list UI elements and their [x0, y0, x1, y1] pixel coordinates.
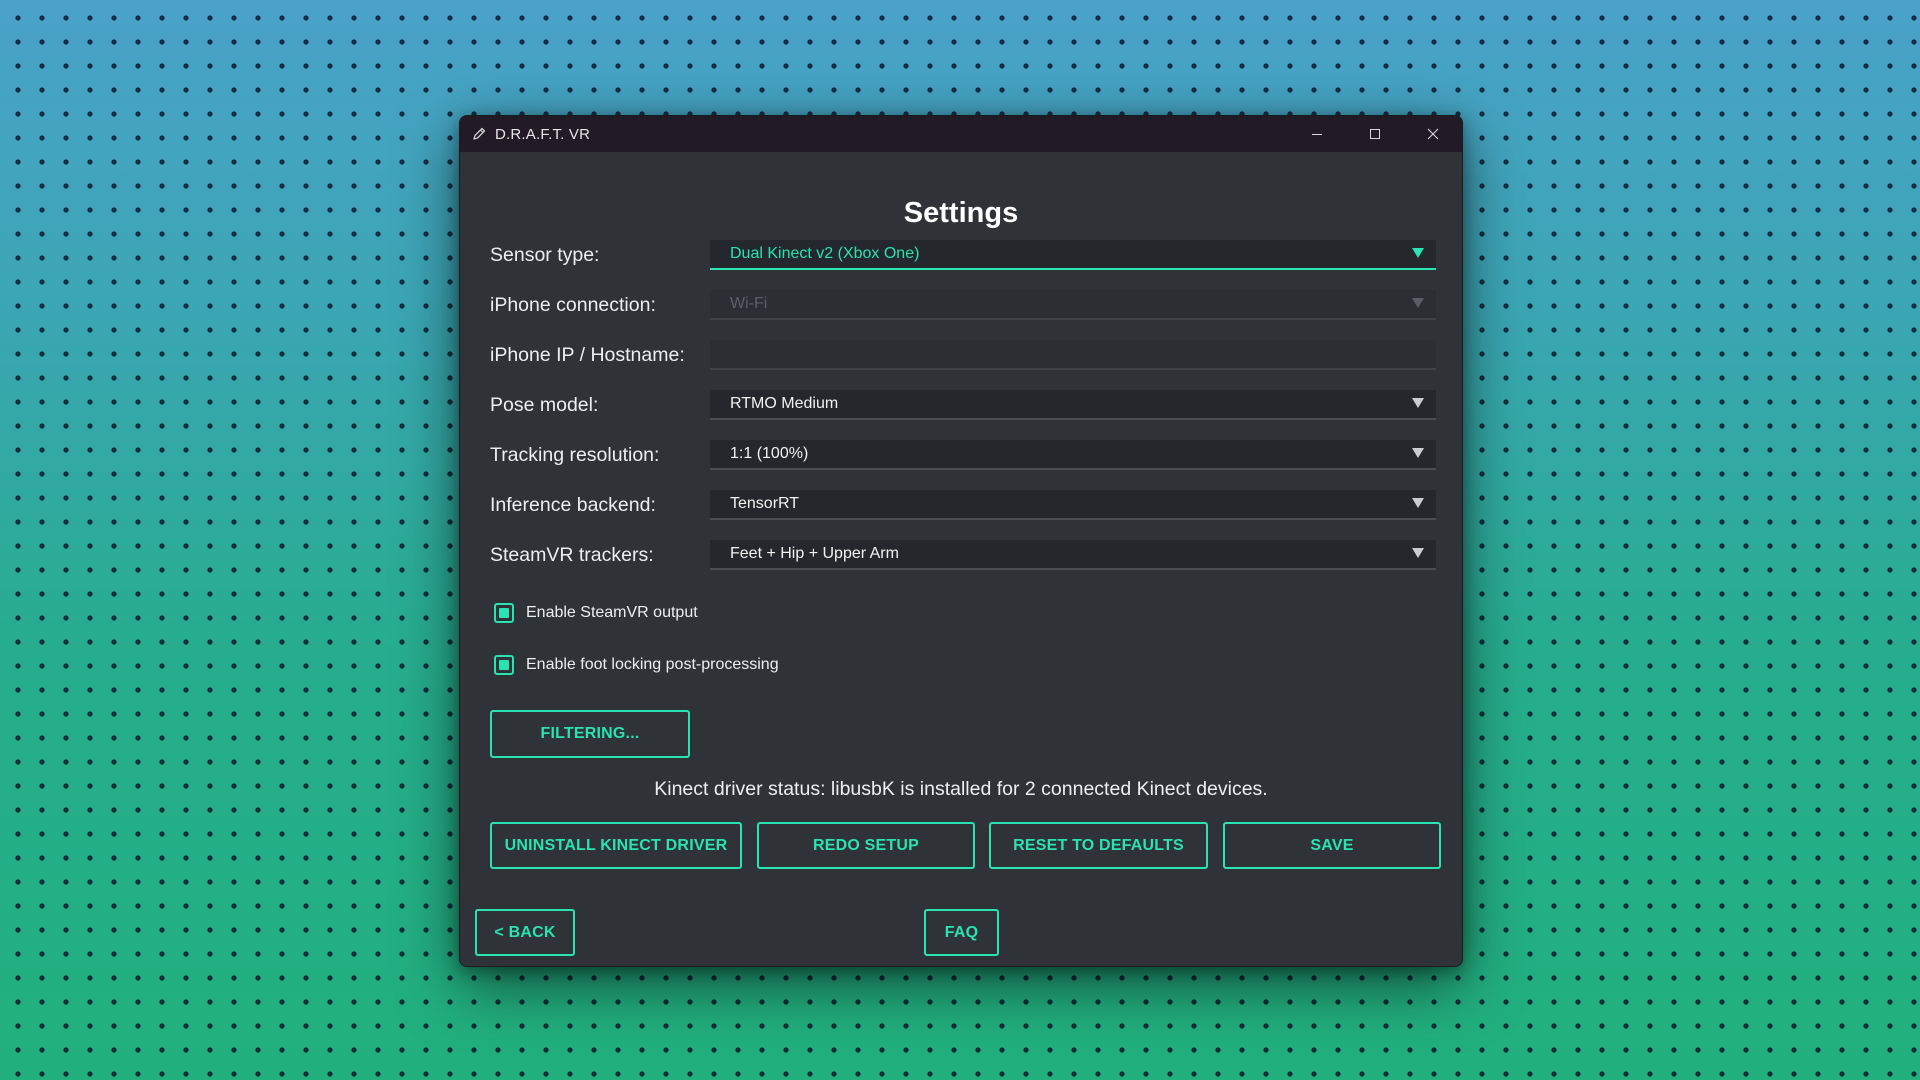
settings-window: D.R.A.F.T. VR Settings Sensor type: Dual… — [459, 115, 1463, 967]
maximize-icon — [1370, 129, 1380, 139]
pose-model-label: Pose model: — [490, 394, 599, 416]
sensor-type-label: Sensor type: — [490, 244, 600, 266]
inference-backend-label: Inference backend: — [490, 494, 656, 516]
dropdown-arrow-icon — [1412, 398, 1424, 408]
checkbox-checked-icon — [499, 660, 509, 670]
app-pencil-icon — [471, 126, 487, 142]
sensor-type-row: Sensor type: Dual Kinect v2 (Xbox One) — [490, 240, 1436, 270]
page-title: Settings — [903, 197, 1019, 229]
inference-backend-row: Inference backend: TensorRT — [490, 490, 1436, 520]
steamvr-output-checkbox[interactable] — [494, 603, 514, 623]
save-button[interactable]: SAVE — [1223, 822, 1441, 869]
iphone-connection-row: iPhone connection: Wi-Fi — [490, 290, 1436, 320]
settings-content: Settings Sensor type: Dual Kinect v2 (Xb… — [460, 152, 1462, 966]
steamvr-output-checkbox-row[interactable]: Enable SteamVR output — [494, 600, 698, 626]
close-button[interactable] — [1404, 116, 1462, 152]
close-icon — [1427, 128, 1439, 140]
foot-locking-checkbox[interactable] — [494, 655, 514, 675]
reset-to-defaults-button[interactable]: RESET TO DEFAULTS — [989, 822, 1208, 869]
dropdown-arrow-icon — [1412, 498, 1424, 508]
minimize-button[interactable] — [1288, 116, 1346, 152]
iphone-ip-row: iPhone IP / Hostname: — [490, 340, 1436, 370]
tracking-resolution-value: 1:1 (100%) — [730, 445, 809, 462]
sensor-type-value: Dual Kinect v2 (Xbox One) — [730, 245, 920, 262]
steamvr-trackers-label: SteamVR trackers: — [490, 544, 654, 566]
back-button[interactable]: < BACK — [475, 909, 575, 956]
iphone-ip-input[interactable] — [710, 340, 1436, 370]
checkbox-checked-icon — [499, 608, 509, 618]
foot-locking-label: Enable foot locking post-processing — [526, 656, 779, 673]
tracking-resolution-row: Tracking resolution: 1:1 (100%) — [490, 440, 1436, 470]
iphone-connection-dropdown[interactable]: Wi-Fi — [710, 290, 1436, 320]
steamvr-trackers-value: Feet + Hip + Upper Arm — [730, 545, 899, 562]
window-title: D.R.A.F.T. VR — [495, 125, 591, 143]
sensor-type-dropdown[interactable]: Dual Kinect v2 (Xbox One) — [710, 240, 1436, 270]
foot-locking-checkbox-row[interactable]: Enable foot locking post-processing — [494, 652, 779, 678]
dropdown-arrow-icon — [1412, 448, 1424, 458]
maximize-button[interactable] — [1346, 116, 1404, 152]
filtering-button[interactable]: FILTERING... — [490, 710, 690, 758]
minimize-icon — [1312, 134, 1322, 135]
inference-backend-value: TensorRT — [730, 495, 800, 512]
kinect-driver-status: Kinect driver status: libusbK is install… — [654, 778, 1268, 800]
steamvr-trackers-dropdown[interactable]: Feet + Hip + Upper Arm — [710, 540, 1436, 570]
uninstall-kinect-driver-button[interactable]: UNINSTALL KINECT DRIVER — [490, 822, 742, 869]
inference-backend-dropdown[interactable]: TensorRT — [710, 490, 1436, 520]
pose-model-value: RTMO Medium — [730, 395, 839, 412]
tracking-resolution-dropdown[interactable]: 1:1 (100%) — [710, 440, 1436, 470]
steamvr-trackers-row: SteamVR trackers: Feet + Hip + Upper Arm — [490, 540, 1436, 570]
dropdown-arrow-icon — [1412, 248, 1424, 258]
tracking-resolution-label: Tracking resolution: — [490, 444, 660, 466]
faq-button[interactable]: FAQ — [924, 909, 999, 956]
steamvr-output-label: Enable SteamVR output — [526, 604, 698, 621]
pose-model-row: Pose model: RTMO Medium — [490, 390, 1436, 420]
iphone-connection-value: Wi-Fi — [730, 295, 768, 312]
window-controls — [1288, 116, 1462, 152]
dropdown-arrow-icon — [1412, 298, 1424, 308]
iphone-connection-label: iPhone connection: — [490, 294, 656, 316]
pose-model-dropdown[interactable]: RTMO Medium — [710, 390, 1436, 420]
redo-setup-button[interactable]: REDO SETUP — [757, 822, 975, 869]
dropdown-arrow-icon — [1412, 548, 1424, 558]
title-bar[interactable]: D.R.A.F.T. VR — [460, 116, 1462, 152]
iphone-ip-label: iPhone IP / Hostname: — [490, 344, 685, 366]
